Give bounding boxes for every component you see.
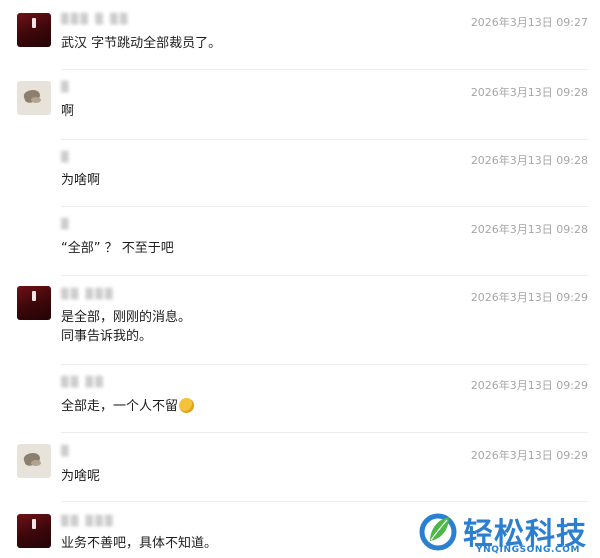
message-text-row: 全部走，一个人不留: [61, 396, 195, 418]
message-divider: [61, 139, 588, 140]
message-text: 武汉 字节跳动全部裁员了。: [61, 36, 222, 51]
message-divider: [61, 364, 588, 365]
leaf-logo-icon: [419, 513, 457, 551]
sender-name[interactable]: ▒▒ ▒▒▒: [61, 289, 115, 300]
sender-name[interactable]: ▒: [61, 82, 71, 93]
timestamp: 2026年3月13日 09:28: [470, 223, 588, 236]
message-divider: [61, 275, 588, 276]
sender-name[interactable]: ▒▒ ▒▒: [61, 377, 105, 388]
sender-name[interactable]: ▒▒ ▒▒▒: [61, 516, 115, 527]
avatar[interactable]: [17, 13, 51, 47]
message-text-line-2: 同事告诉我的。: [61, 329, 153, 344]
timestamp: 2026年3月13日 09:29: [470, 449, 588, 462]
message-text: 业务不善吧，具体不知道。: [61, 536, 218, 551]
sender-name[interactable]: ▒: [61, 219, 71, 230]
sweat-smile-emoji-icon: [179, 398, 195, 413]
site-watermark: 轻松科技 YNQINGSONG.COM: [418, 509, 600, 558]
timestamp: 2026年3月13日 09:29: [470, 291, 588, 304]
avatar[interactable]: [17, 81, 51, 115]
avatar[interactable]: [17, 444, 51, 478]
message-divider: [61, 206, 588, 207]
timestamp: 2026年3月13日 09:29: [470, 379, 588, 392]
message-text: 为啥呢: [61, 469, 101, 484]
avatar[interactable]: [17, 286, 51, 320]
avatar[interactable]: [17, 514, 51, 548]
message-text: “全部” ？ 不至于吧: [61, 241, 174, 256]
message-text: 全部走，一个人不留: [61, 399, 179, 414]
sender-name[interactable]: ▒▒▒ ▒ ▒▒: [61, 14, 130, 25]
sender-name[interactable]: ▒: [61, 446, 71, 457]
message-divider: [61, 69, 588, 70]
message-divider: [61, 432, 588, 433]
watermark-url: YNQINGSONG.COM: [476, 545, 581, 555]
message-divider: [61, 501, 588, 502]
timestamp: 2026年3月13日 09:28: [470, 86, 588, 99]
message-text: 为啥啊: [61, 173, 101, 188]
message-text: 啊: [61, 104, 75, 119]
timestamp: 2026年3月13日 09:28: [470, 154, 588, 167]
chat-history: ▒▒▒ ▒ ▒▒ 2026年3月13日 09:27 武汉 字节跳动全部裁员了。 …: [0, 0, 600, 558]
timestamp: 2026年3月13日 09:27: [470, 16, 588, 29]
sender-name[interactable]: ▒: [61, 152, 71, 163]
